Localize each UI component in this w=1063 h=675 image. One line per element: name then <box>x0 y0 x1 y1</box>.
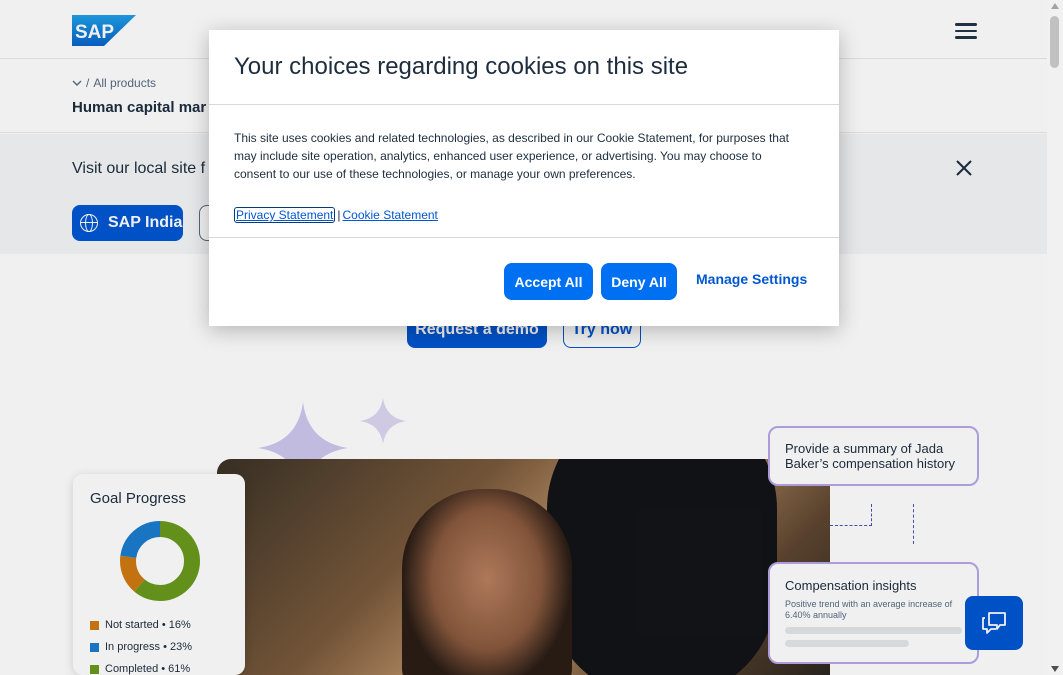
scrollbar[interactable] <box>1047 0 1063 675</box>
link-separator: | <box>337 208 341 222</box>
cookie-dialog-title: Your choices regarding cookies on this s… <box>234 53 689 80</box>
cookie-dialog-links: Privacy Statement | Cookie Statement <box>234 207 438 223</box>
privacy-statement-link[interactable]: Privacy Statement <box>234 207 336 223</box>
deny-all-button[interactable]: Deny All <box>601 263 677 300</box>
scroll-down-arrow-icon[interactable] <box>1051 666 1059 672</box>
manage-settings-button[interactable]: Manage Settings <box>696 271 807 287</box>
divider <box>209 104 839 105</box>
cookie-dialog-body: This site uses cookies and related techn… <box>234 131 789 181</box>
cookie-statement-link[interactable]: Cookie Statement <box>343 208 438 222</box>
cookie-consent-dialog: Your choices regarding cookies on this s… <box>209 30 839 326</box>
scroll-up-arrow-icon[interactable] <box>1051 3 1059 9</box>
scroll-thumb[interactable] <box>1050 16 1059 68</box>
accept-all-button[interactable]: Accept All <box>504 263 593 300</box>
divider <box>209 237 839 238</box>
